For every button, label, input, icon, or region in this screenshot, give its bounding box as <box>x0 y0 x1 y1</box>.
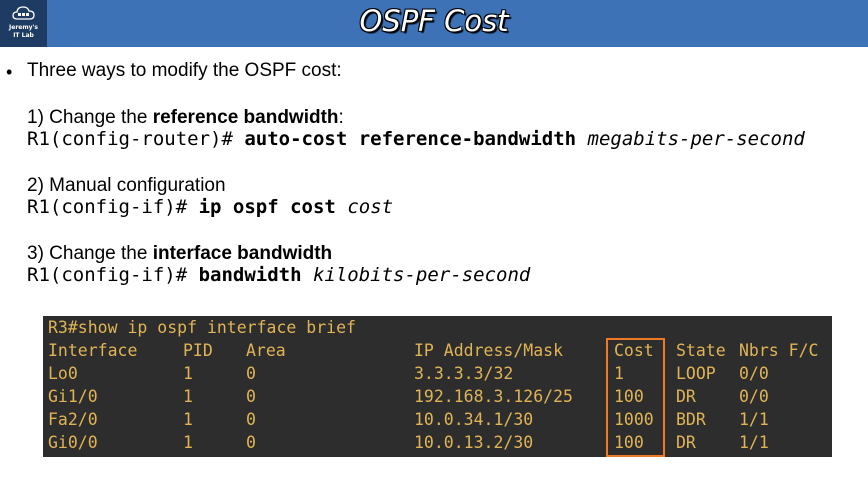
command-keyword: ip ospf cost <box>198 196 348 218</box>
cell-interface: Gi0/0 <box>48 433 98 452</box>
bullet-marker: • <box>6 62 13 82</box>
column-header: Interface <box>48 341 138 360</box>
method-1-label-prefix: 1) Change the <box>27 107 153 128</box>
command-keyword: bandwidth <box>198 264 313 286</box>
cell-interface: Lo0 <box>48 364 78 383</box>
cell-pid: 1 <box>183 364 193 383</box>
terminal-header-row: Interface PID Area IP Address/Mask Cost … <box>43 341 832 364</box>
command-keyword: auto-cost reference-bandwidth <box>244 128 588 150</box>
command-argument: kilobits-per-second <box>312 264 531 286</box>
method-2-label-prefix: 2) Manual configuration <box>27 175 226 196</box>
cell-pid: 1 <box>183 433 193 452</box>
cell-pid: 1 <box>183 387 193 406</box>
cell-nbrs: 1/1 <box>739 410 769 429</box>
command-prompt: R1(config-if)# <box>27 196 199 218</box>
column-header: PID <box>183 341 213 360</box>
command-argument: cost <box>347 196 394 218</box>
cell-state: BDR <box>676 410 706 429</box>
column-header: State <box>676 341 726 360</box>
cost-column-highlight <box>606 338 665 457</box>
method-3-label: 3) Change the interface bandwidth <box>27 243 332 265</box>
method-1-label: 1) Change the reference bandwidth: <box>27 107 344 129</box>
terminal-command: R3#show ip ospf interface brief <box>48 318 356 337</box>
terminal-output: R3#show ip ospf interface brief Interfac… <box>43 316 832 457</box>
cell-nbrs: 0/0 <box>739 387 769 406</box>
table-row: Fa2/0 1 0 10.0.34.1/30 1000 BDR 1/1 <box>43 410 832 433</box>
command-prompt: R1(config-router)# <box>27 128 245 150</box>
slide-title: OSPF Cost <box>359 4 509 38</box>
method-3-label-prefix: 3) Change the <box>27 243 153 264</box>
intro-text: Three ways to modify the OSPF cost: <box>27 60 342 81</box>
cell-state: DR <box>676 433 696 452</box>
table-row: Lo0 1 0 3.3.3.3/32 1 LOOP 0/0 <box>43 364 832 387</box>
method-1-label-suffix: : <box>338 107 344 128</box>
cell-state: LOOP <box>676 364 716 383</box>
cell-nbrs: 0/0 <box>739 364 769 383</box>
method-3-label-bold: interface bandwidth <box>152 243 333 264</box>
slide-header: Jeremy's IT Lab OSPF Cost <box>0 0 868 47</box>
cell-area: 0 <box>246 433 256 452</box>
cell-area: 0 <box>246 410 256 429</box>
command-prompt: R1(config-if)# <box>27 264 199 286</box>
column-header: Nbrs F/C <box>739 341 819 360</box>
cell-nbrs: 1/1 <box>739 433 769 452</box>
method-1-label-bold: reference bandwidth <box>152 107 339 128</box>
method-2-label: 2) Manual configuration <box>27 175 226 197</box>
column-header: IP Address/Mask <box>414 341 564 360</box>
cell-state: DR <box>676 387 696 406</box>
table-row: Gi0/0 1 0 10.0.13.2/30 100 DR 1/1 <box>43 433 832 456</box>
table-row: Gi1/0 1 0 192.168.3.126/25 100 DR 0/0 <box>43 387 832 410</box>
cell-interface: Fa2/0 <box>48 410 98 429</box>
cell-ip: 10.0.34.1/30 <box>414 410 534 429</box>
method-2-command: R1(config-if)# ip ospf cost cost <box>27 196 393 218</box>
column-header: Area <box>246 341 286 360</box>
cell-interface: Gi1/0 <box>48 387 98 406</box>
method-1-command: R1(config-router)# auto-cost reference-b… <box>27 128 805 150</box>
command-argument: megabits-per-second <box>587 128 805 150</box>
cell-ip: 10.0.13.2/30 <box>414 433 534 452</box>
method-3-command: R1(config-if)# bandwidth kilobits-per-se… <box>27 264 530 286</box>
cell-area: 0 <box>246 364 256 383</box>
cell-ip: 192.168.3.126/25 <box>414 387 573 406</box>
cell-ip: 3.3.3.3/32 <box>414 364 514 383</box>
cell-area: 0 <box>246 387 256 406</box>
cell-pid: 1 <box>183 410 193 429</box>
